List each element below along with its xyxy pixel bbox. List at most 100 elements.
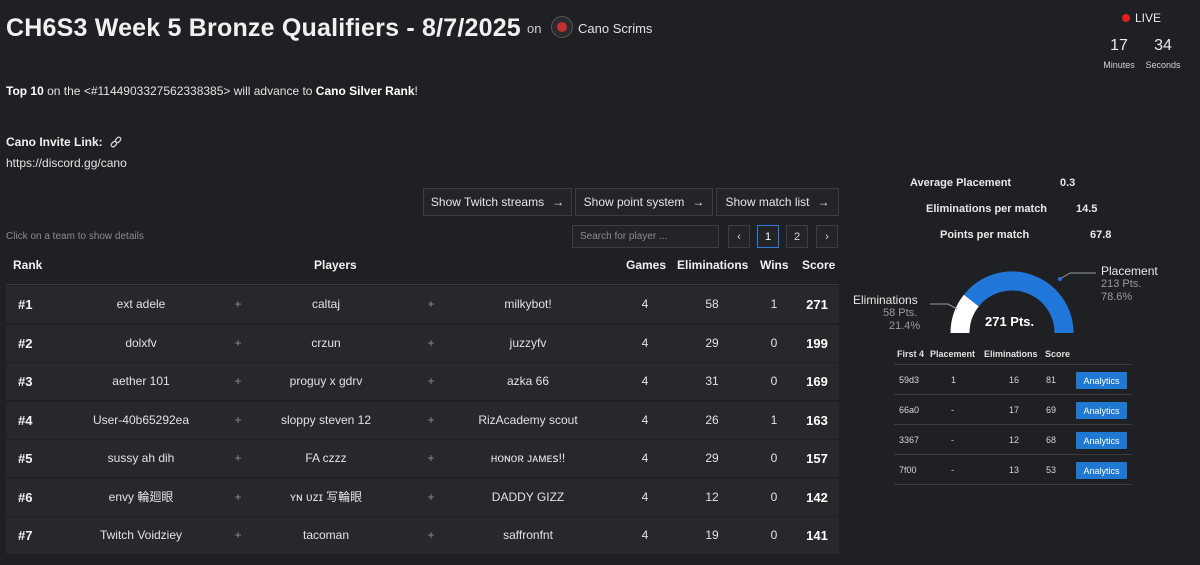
gauge-placement-leader <box>1059 272 1096 280</box>
team-row[interactable]: #5 sussy ah dih + FA czzz + ʜᴏɴᴏʀ ᴊᴀᴍᴇꜱ!! 4 29 0… <box>6 440 839 477</box>
show-match-list-button[interactable]: Show match list → <box>716 188 839 216</box>
team-score: 271 <box>806 297 828 312</box>
player-name: ext adele <box>116 297 166 311</box>
avg-placement-value: 0.3 <box>1060 177 1076 189</box>
gauge-placement-pts: 213 Pts. <box>1101 278 1142 290</box>
match-placement: - <box>951 465 954 475</box>
plus-separator: + <box>234 490 242 504</box>
match-placement: - <box>951 435 954 445</box>
page-1-button[interactable]: 1 <box>757 225 779 248</box>
col-header-wins: Wins <box>760 258 789 272</box>
match-row: 3367 - 12 68 Analytics <box>894 424 1132 454</box>
arrow-right-icon: → <box>817 195 830 209</box>
player-name: milkybot! <box>504 297 552 311</box>
games-count: 4 <box>641 490 649 504</box>
player-name: crzun <box>311 336 341 350</box>
team-score: 142 <box>806 490 828 505</box>
player-name: ʜᴏɴᴏʀ ᴊᴀᴍᴇꜱ!! <box>490 451 566 465</box>
show-point-system-button[interactable]: Show point system → <box>575 188 713 216</box>
match-score: 81 <box>1046 375 1057 385</box>
match-col-score: Score <box>1045 349 1071 359</box>
col-header-rank: Rank <box>13 258 43 272</box>
org-name-link[interactable]: Cano Scrims <box>578 21 652 36</box>
show-match-list-label: Show match list <box>725 195 810 209</box>
match-eliminations: 16 <box>1009 375 1020 385</box>
timer-seconds: 34 <box>1154 37 1172 54</box>
analytics-button[interactable]: Analytics <box>1076 462 1127 479</box>
elims-per-match-value: 14.5 <box>1076 203 1098 215</box>
player-name: aether 101 <box>112 374 170 388</box>
analytics-button[interactable]: Analytics <box>1076 402 1127 419</box>
team-rank: #2 <box>18 336 33 351</box>
page-2-button[interactable]: 2 <box>786 225 808 248</box>
chevron-right-icon: › <box>825 230 829 243</box>
team-row[interactable]: #3 aether 101 + proguy x gdrv + azka 66 4 31 0 16… <box>6 363 839 400</box>
timer-minutes: 17 <box>1110 37 1128 54</box>
team-row[interactable]: #6 envy 輪廻眼 + ʏɴ ᴜᴢɪ 写輪眼 + DADDY GIZZ 4 12 0 142 <box>6 479 839 516</box>
invite-label-text: Cano Invite Link: <box>6 135 103 149</box>
analytics-button[interactable]: Analytics <box>1076 372 1127 389</box>
gauge-elims-pts: 58 Pts. <box>883 307 918 319</box>
team-score: 141 <box>806 528 828 543</box>
team-row[interactable]: #1 ext adele + caltaj + milkybot! 4 58 1 271 <box>6 286 839 323</box>
match-score: 69 <box>1046 405 1057 415</box>
plus-separator: + <box>427 413 435 427</box>
table-hint: Click on a team to show details <box>6 231 144 242</box>
col-header-games: Games <box>626 258 667 272</box>
invite-url[interactable]: https://discord.gg/cano <box>6 156 127 170</box>
show-point-system-label: Show point system <box>583 195 685 209</box>
plus-separator: + <box>427 528 435 542</box>
player-search-input[interactable] <box>572 225 719 248</box>
wins-count: 1 <box>770 413 778 427</box>
eliminations-count: 29 <box>705 451 719 465</box>
plus-separator: + <box>427 451 435 465</box>
gauge-elims-title: Eliminations <box>853 293 918 307</box>
plus-separator: + <box>234 336 242 350</box>
show-twitch-streams-button[interactable]: Show Twitch streams → <box>423 188 572 216</box>
match-col-eliminations: Eliminations <box>984 349 1038 359</box>
col-header-eliminations: Eliminations <box>677 258 749 272</box>
match-id: 3367 <box>899 435 920 445</box>
plus-separator: + <box>234 374 242 388</box>
link-icon[interactable] <box>109 135 123 149</box>
match-row: 7f00 - 13 53 Analytics <box>894 454 1132 484</box>
plus-separator: + <box>427 374 435 388</box>
table-header-divider <box>6 284 839 285</box>
plus-separator: + <box>427 490 435 504</box>
team-row[interactable]: #2 dolxfv + crzun + juzzyfv 4 29 0 199 <box>6 325 839 362</box>
next-page-button[interactable]: › <box>816 225 838 248</box>
match-row: 59d3 1 16 81 Analytics <box>894 364 1132 394</box>
points-per-match-label: Points per match <box>940 229 1030 241</box>
match-score: 53 <box>1046 465 1057 475</box>
wins-count: 0 <box>770 528 778 542</box>
player-name: Twitch Voidziey <box>99 528 183 542</box>
match-col-placement: Placement <box>930 349 976 359</box>
gauge-elims-arc <box>950 294 980 334</box>
gauge-elims-pct: 21.4% <box>889 320 921 332</box>
player-name: FA czzz <box>305 451 347 465</box>
match-col-id: First 4 <box>897 349 925 359</box>
team-row[interactable]: #7 Twitch Voidziey + tacoman + saffronfnt 4 19 0… <box>6 517 839 554</box>
show-twitch-streams-label: Show Twitch streams <box>430 195 545 209</box>
gauge-placement-pct: 78.6% <box>1101 291 1133 303</box>
analytics-button[interactable]: Analytics <box>1076 432 1127 449</box>
player-name: azka 66 <box>506 374 550 388</box>
team-rank: #1 <box>18 297 33 312</box>
player-name: RizAcademy scout <box>478 413 578 427</box>
games-count: 4 <box>641 451 649 465</box>
player-name: caltaj <box>311 297 341 311</box>
team-score: 169 <box>806 374 828 389</box>
plus-separator: + <box>234 413 242 427</box>
team-row[interactable]: #4 User-40b65292ea + sloppy steven 12 + RizAc… <box>6 402 839 439</box>
timer-minutes-label: Minutes <box>1103 60 1135 70</box>
player-name: ʏɴ ᴜᴢɪ 写輪眼 <box>289 490 363 504</box>
prev-page-button[interactable]: ‹ <box>728 225 750 248</box>
match-eliminations: 13 <box>1009 465 1020 475</box>
match-id: 7f00 <box>899 465 917 475</box>
player-name: User-40b65292ea <box>92 413 190 427</box>
games-count: 4 <box>641 297 649 311</box>
org-logo[interactable] <box>551 16 573 38</box>
match-placement: - <box>951 405 954 415</box>
live-dot-icon <box>1122 14 1130 22</box>
elims-per-match-label: Eliminations per match <box>926 203 1048 215</box>
